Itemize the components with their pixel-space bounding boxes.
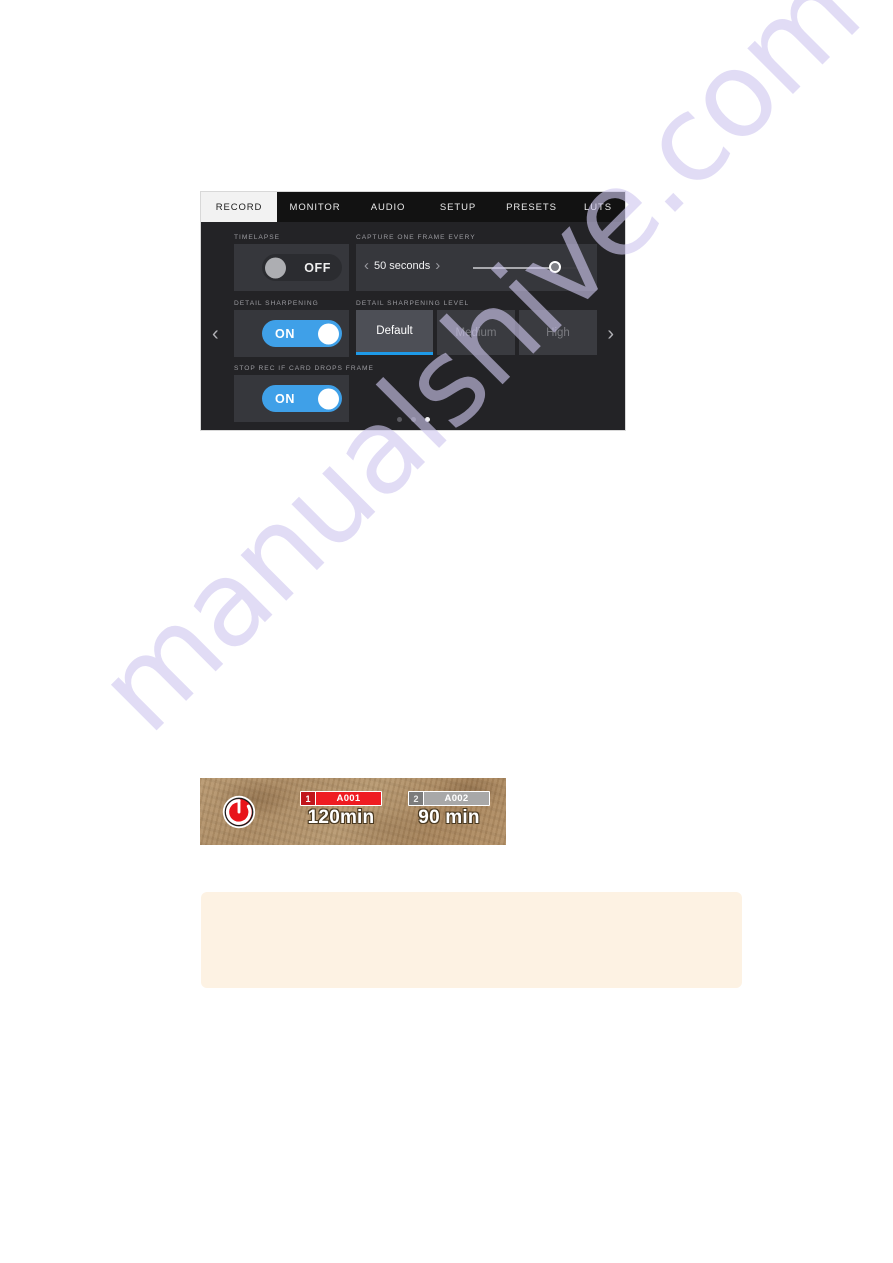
tab-monitor[interactable]: MONITOR	[277, 192, 353, 222]
page-watermark: manualshive.com	[0, 0, 893, 1263]
detail-sharpening-toggle-state: ON	[275, 326, 295, 341]
sharpening-level-option-high[interactable]: High	[519, 310, 597, 355]
settings-tab-bar: RECORD MONITOR AUDIO SETUP PRESETS LUTS	[201, 192, 625, 222]
card-2-name: A002	[424, 792, 489, 805]
next-page-chevron-right-icon[interactable]: ›	[607, 324, 614, 344]
card-2-slot-number: 2	[409, 792, 424, 805]
sharpening-level-option-default[interactable]: Default	[356, 310, 433, 355]
card-slot-2[interactable]: 2 A002 90 min	[408, 791, 490, 829]
card-2-badge: 2 A002	[408, 791, 490, 806]
tab-luts-label: LUTS	[584, 201, 612, 213]
toggle-knob	[318, 323, 339, 344]
sharpening-level-option-medium[interactable]: Medium	[437, 310, 515, 355]
slider-handle[interactable]	[549, 261, 562, 273]
slider-filled-track	[473, 267, 556, 269]
stop-rec-setting-box: ON	[234, 375, 349, 422]
capture-one-frame-every-setting-box: ‹ 50 seconds ›	[356, 244, 597, 291]
timelapse-label: TIMELAPSE	[234, 234, 281, 241]
sharpening-level-high-label: High	[546, 326, 570, 339]
tab-presets-label: PRESETS	[506, 201, 557, 213]
toggle-knob	[265, 257, 286, 278]
page-dot-1[interactable]	[396, 417, 402, 422]
storage-status-overlay: 1 A001 120min 2 A002 90 min	[200, 778, 506, 845]
tab-monitor-label: MONITOR	[289, 201, 341, 213]
detail-sharpening-level-label: DETAIL SHARPENING LEVEL	[356, 300, 470, 307]
camera-settings-panel: RECORD MONITOR AUDIO SETUP PRESETS LUTS …	[200, 191, 626, 431]
capture-one-frame-every-label: CAPTURE ONE FRAME EVERY	[356, 234, 476, 241]
detail-sharpening-label: DETAIL SHARPENING	[234, 300, 319, 307]
card-2-remaining-time: 90 min	[418, 807, 480, 828]
note-callout-box	[201, 892, 742, 988]
page-dot-2[interactable]	[410, 417, 416, 422]
page-dot-3[interactable]	[424, 417, 430, 422]
tab-audio-label: AUDIO	[370, 201, 406, 213]
tab-presets[interactable]: PRESETS	[493, 192, 570, 222]
detail-sharpening-toggle[interactable]: ON	[262, 320, 342, 347]
detail-sharpening-setting-box: ON	[234, 310, 349, 357]
card-1-name: A001	[316, 792, 381, 805]
tab-setup[interactable]: SETUP	[423, 192, 493, 222]
frame-interval-value: 50 seconds	[374, 259, 431, 272]
page-indicator-dots	[201, 417, 625, 422]
frame-interval-slider[interactable]	[473, 261, 587, 275]
tab-record-label: RECORD	[215, 201, 263, 213]
timelapse-toggle-state: OFF	[304, 260, 331, 275]
stop-rec-toggle[interactable]: ON	[262, 385, 342, 412]
chevron-right-icon[interactable]: ›	[435, 258, 440, 273]
timelapse-setting-box: OFF	[234, 244, 349, 291]
tab-setup-label: SETUP	[439, 201, 477, 213]
frame-interval-stepper[interactable]: ‹ 50 seconds ›	[364, 258, 440, 273]
timelapse-record-icon[interactable]	[221, 794, 257, 830]
tab-audio[interactable]: AUDIO	[353, 192, 423, 222]
timelapse-toggle[interactable]: OFF	[262, 254, 342, 281]
prev-page-chevron-left-icon[interactable]: ‹	[212, 324, 219, 344]
stop-rec-if-card-drops-frame-label: STOP REC IF CARD DROPS FRAME	[234, 365, 374, 372]
tab-record[interactable]: RECORD	[201, 192, 277, 222]
tab-luts[interactable]: LUTS	[570, 192, 625, 222]
card-1-remaining-time: 120min	[307, 807, 375, 828]
card-1-slot-number: 1	[301, 792, 316, 805]
settings-page-body: TIMELAPSE OFF CAPTURE ONE FRAME EVERY ‹ …	[201, 222, 625, 430]
card-slot-1[interactable]: 1 A001 120min	[300, 791, 382, 829]
stop-rec-toggle-state: ON	[275, 391, 295, 406]
sharpening-level-default-label: Default	[376, 325, 413, 337]
chevron-left-icon[interactable]: ‹	[364, 258, 369, 273]
sharpening-level-medium-label: Medium	[455, 326, 497, 339]
toggle-knob	[318, 388, 339, 409]
card-1-badge: 1 A001	[300, 791, 382, 806]
